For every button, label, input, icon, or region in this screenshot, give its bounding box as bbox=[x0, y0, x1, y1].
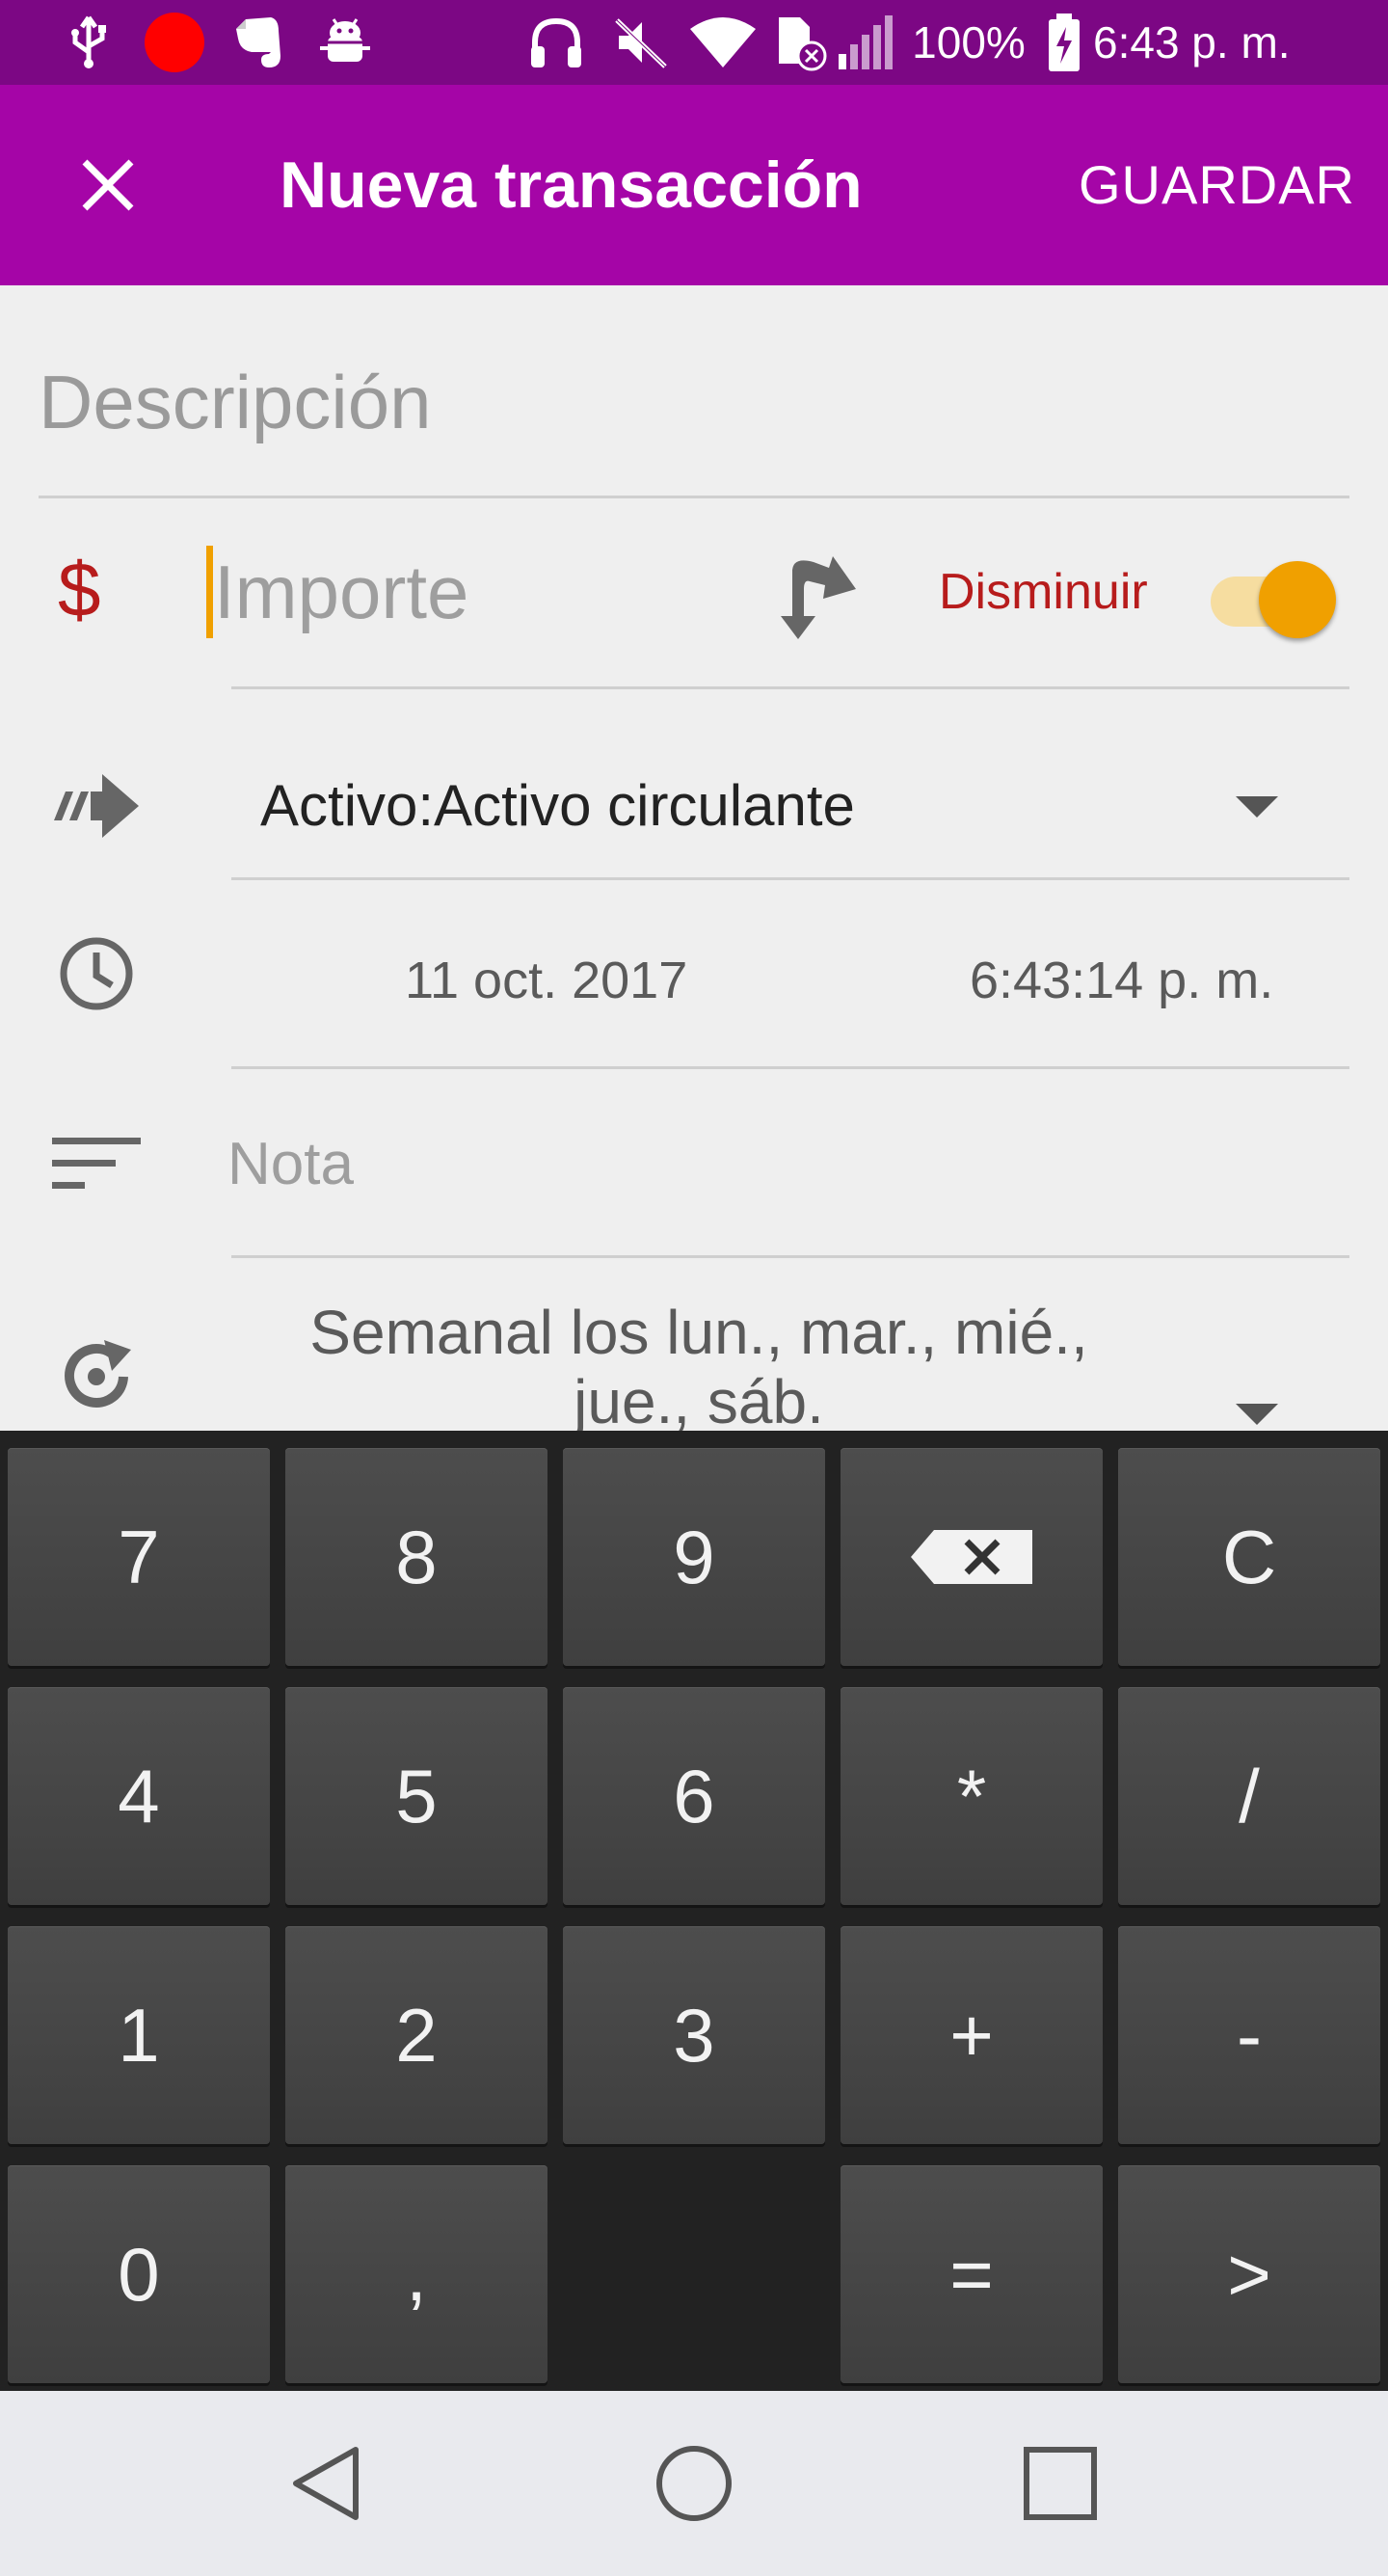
note-input[interactable]: Nota bbox=[227, 1130, 354, 1198]
key-8[interactable]: 8 bbox=[285, 1448, 547, 1666]
headphones-icon bbox=[525, 0, 587, 85]
swap-direction-button[interactable] bbox=[781, 550, 868, 642]
android-debug-icon bbox=[314, 0, 376, 85]
recurrence-value: Semanal los lun., mar., mié., jue., sáb. bbox=[260, 1298, 1137, 1431]
home-circle-icon bbox=[656, 2446, 732, 2521]
divider bbox=[231, 877, 1349, 880]
back-button[interactable] bbox=[270, 2426, 386, 2541]
mute-icon bbox=[607, 0, 675, 85]
key-6[interactable]: 6 bbox=[563, 1687, 825, 1905]
recents-square-icon bbox=[1024, 2447, 1097, 2520]
chevron-down-icon bbox=[1236, 1404, 1278, 1425]
close-icon bbox=[82, 159, 134, 211]
backspace-icon bbox=[911, 1530, 1032, 1584]
amount-input[interactable]: Importe bbox=[206, 544, 785, 640]
clock-icon bbox=[48, 926, 145, 1022]
transfer-arrow-icon bbox=[48, 758, 145, 854]
key-clear[interactable]: C bbox=[1118, 1448, 1380, 1666]
account-dropdown[interactable]: Activo:Activo circulante bbox=[231, 738, 1330, 873]
key-divide[interactable]: / bbox=[1118, 1687, 1380, 1905]
key-multiply[interactable]: * bbox=[841, 1687, 1103, 1905]
recurrence-line-1: Semanal los lun., mar., mié., bbox=[309, 1298, 1088, 1367]
key-plus[interactable]: + bbox=[841, 1926, 1103, 2144]
toggle-thumb bbox=[1259, 561, 1336, 638]
divider bbox=[39, 496, 1349, 498]
account-value: Activo:Activo circulante bbox=[260, 773, 855, 838]
key-4[interactable]: 4 bbox=[8, 1687, 270, 1905]
usb-icon bbox=[60, 0, 118, 85]
page-title: Nueva transacción bbox=[280, 148, 863, 222]
evernote-icon bbox=[227, 0, 289, 85]
clock: 6:43 p. m. bbox=[1093, 17, 1291, 67]
system-nav-bar bbox=[0, 2391, 1388, 2576]
wifi-icon bbox=[686, 0, 760, 85]
direction-label: Disminuir bbox=[939, 564, 1148, 620]
divider bbox=[231, 686, 1349, 689]
date-field[interactable]: 11 oct. 2017 bbox=[405, 951, 687, 1010]
transaction-form: Descripción $ Importe Disminuir Activo:A… bbox=[0, 285, 1388, 1431]
direction-toggle[interactable] bbox=[1205, 553, 1340, 640]
amount-placeholder: Importe bbox=[214, 550, 469, 634]
key-equals[interactable]: = bbox=[841, 2165, 1103, 2383]
no-sim-icon bbox=[769, 0, 831, 85]
key-7[interactable]: 7 bbox=[8, 1448, 270, 1666]
battery-charging-icon bbox=[1041, 0, 1087, 85]
currency-symbol: $ bbox=[58, 547, 101, 632]
calculator-keypad: 7 8 9 C 4 5 6 * / 1 2 3 + - 0 , = > bbox=[0, 1431, 1388, 2391]
record-icon bbox=[141, 0, 208, 85]
time-field[interactable]: 6:43:14 p. m. bbox=[970, 951, 1273, 1010]
battery-percent: 100% bbox=[912, 17, 1026, 67]
recurrence-dropdown[interactable]: Semanal los lun., mar., mié., jue., sáb. bbox=[231, 1298, 1330, 1431]
key-2[interactable]: 2 bbox=[285, 1926, 547, 2144]
key-1[interactable]: 1 bbox=[8, 1926, 270, 2144]
key-next[interactable]: > bbox=[1118, 2165, 1380, 2383]
home-button[interactable] bbox=[636, 2426, 752, 2541]
back-triangle-icon bbox=[293, 2447, 359, 2520]
key-backspace[interactable] bbox=[841, 1448, 1103, 1666]
divider bbox=[231, 1255, 1349, 1258]
status-bar: 100% 6:43 p. m. bbox=[0, 0, 1388, 85]
close-button[interactable] bbox=[58, 135, 158, 235]
chevron-down-icon bbox=[1236, 796, 1278, 818]
note-lines-icon bbox=[48, 1116, 145, 1213]
divider bbox=[231, 1066, 1349, 1069]
app-bar: Nueva transacción GUARDAR bbox=[0, 85, 1388, 285]
repeat-icon bbox=[48, 1328, 145, 1425]
key-5[interactable]: 5 bbox=[285, 1687, 547, 1905]
description-input[interactable]: Descripción bbox=[39, 359, 431, 446]
recents-button[interactable] bbox=[1002, 2426, 1118, 2541]
key-3[interactable]: 3 bbox=[563, 1926, 825, 2144]
save-button[interactable]: GUARDAR bbox=[1079, 133, 1355, 237]
key-comma[interactable]: , bbox=[285, 2165, 547, 2383]
key-9[interactable]: 9 bbox=[563, 1448, 825, 1666]
key-0[interactable]: 0 bbox=[8, 2165, 270, 2383]
signal-icon bbox=[835, 0, 898, 85]
key-minus[interactable]: - bbox=[1118, 1926, 1380, 2144]
recurrence-line-2: jue., sáb. bbox=[574, 1367, 824, 1431]
swap-arrows-icon bbox=[781, 556, 856, 639]
